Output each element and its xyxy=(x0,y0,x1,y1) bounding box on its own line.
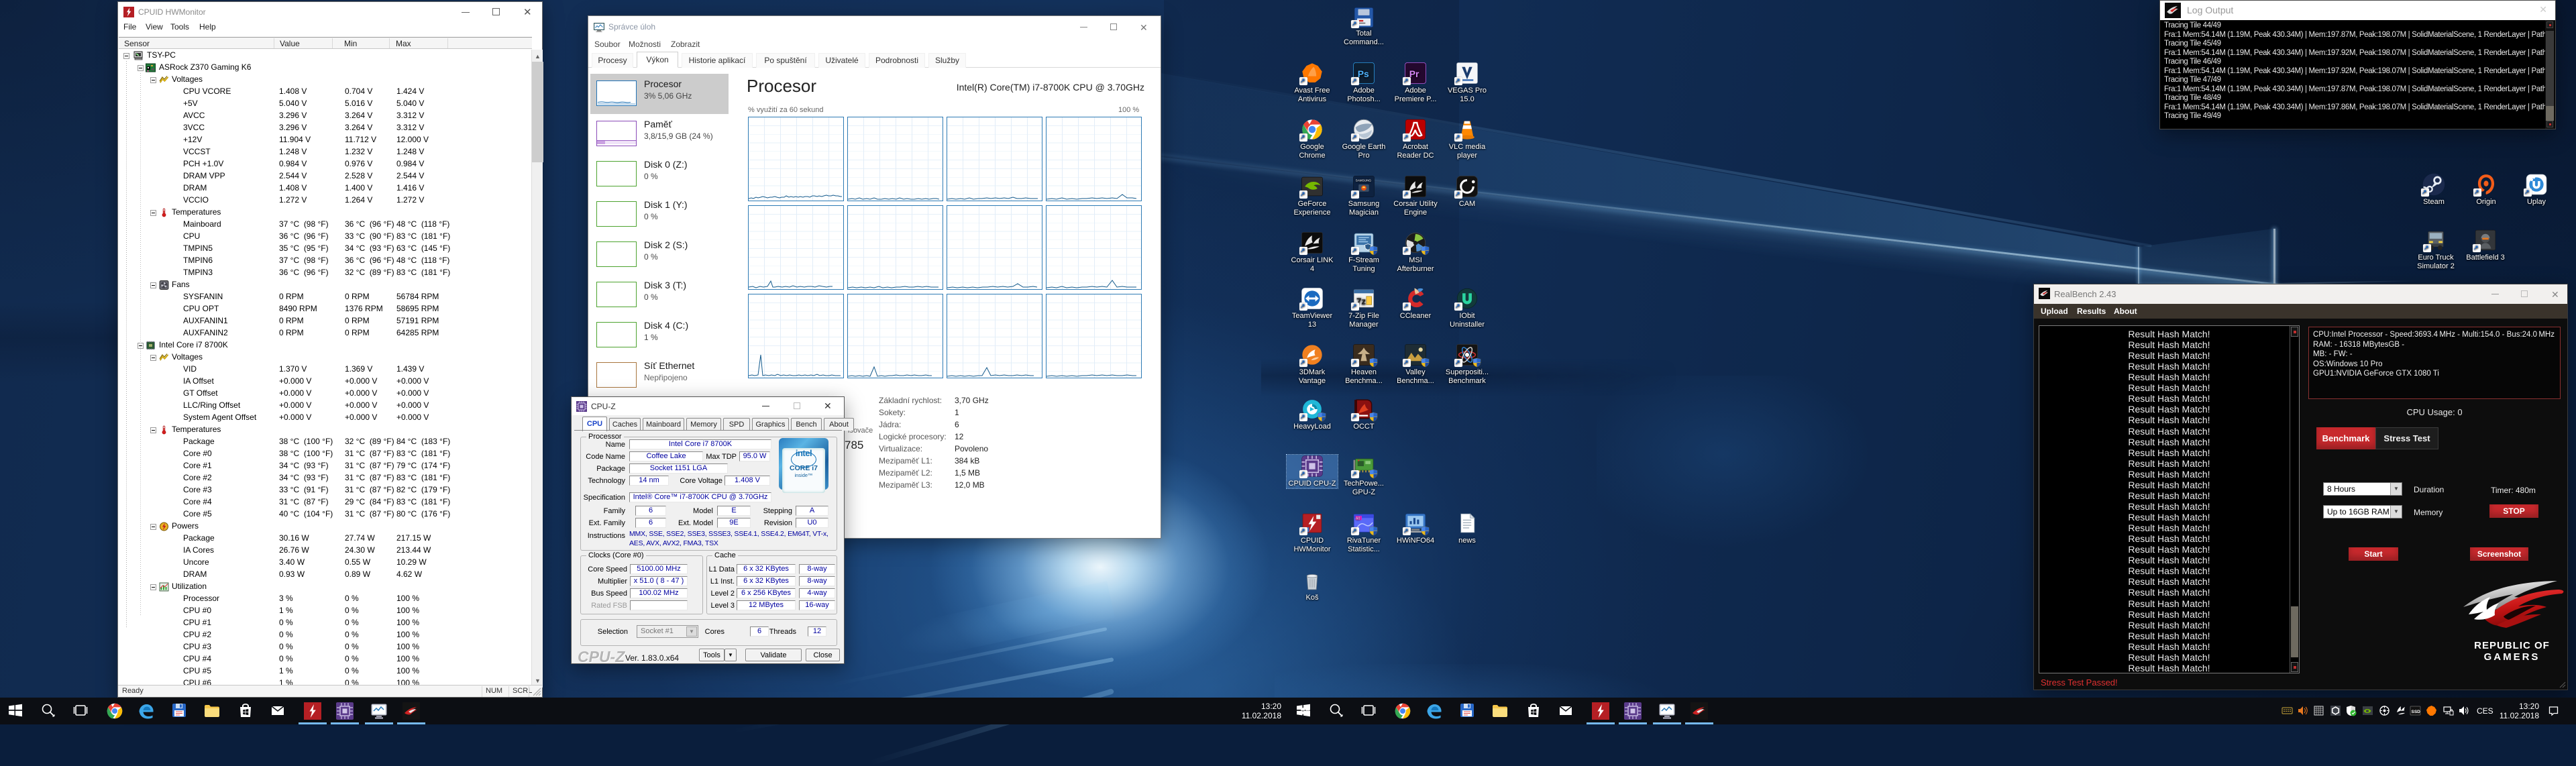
svg-text:SAMSUNG: SAMSUNG xyxy=(1356,178,1372,182)
svg-text:Ps: Ps xyxy=(1358,68,1369,79)
svg-text:SSD: SSD xyxy=(2412,710,2421,714)
svg-text:Pr: Pr xyxy=(1409,68,1419,79)
svg-text:60: 60 xyxy=(1356,517,1360,521)
